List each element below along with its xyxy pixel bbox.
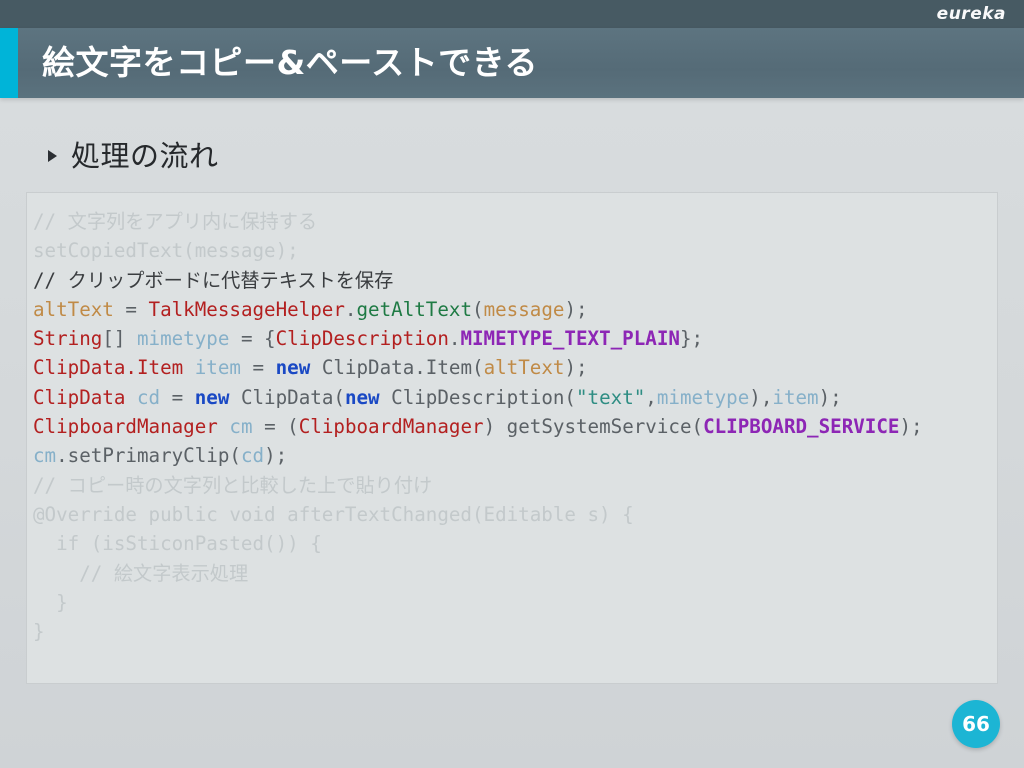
code-token: // 絵文字表示処理 [33, 561, 249, 585]
code-token: if (isSticonPasted()) { [33, 532, 322, 556]
code-token: ); [899, 415, 923, 439]
code-token: ) getSystemService( [483, 415, 704, 439]
code-token: message [483, 297, 565, 321]
code-token: ClipData [33, 385, 126, 409]
code-token: String [33, 327, 103, 351]
code-token: ClipData.Item [33, 356, 184, 380]
code-line: } [33, 617, 997, 646]
code-token: ClipData.Item( [310, 356, 484, 380]
code-token: ClipDescription( [379, 385, 576, 409]
code-token: getAltText [356, 297, 473, 321]
code-token: altText [33, 297, 114, 321]
code-line: } [33, 588, 997, 617]
section-heading-label: 処理の流れ [71, 139, 219, 173]
code-line: // コピー時の文字列と比較した上で貼り付け [33, 471, 997, 500]
code-line: ClipboardManager cm = (ClipboardManager)… [33, 412, 997, 441]
section-heading: 処理の流れ [48, 133, 219, 175]
slide-title-band: 絵文字をコピー&ペーストできる [0, 28, 1024, 98]
code-token: ); [564, 297, 588, 321]
code-token: } [33, 590, 68, 614]
code-line: if (isSticonPasted()) { [33, 529, 997, 558]
code-line: // 文字列をアプリ内に保持する [33, 207, 997, 236]
code-token: // 文字列をアプリ内に保持する [33, 210, 318, 233]
code-token: CLIPBOARD_SERVICE [703, 415, 900, 439]
code-line: altText = TalkMessageHelper.getAltText(m… [33, 295, 997, 324]
code-token: ClipData( [229, 385, 345, 409]
code-token: . [344, 297, 357, 321]
code-token: new [194, 385, 230, 409]
code-line: cm.setPrimaryClip(cd); [33, 441, 997, 470]
code-token: ); [264, 444, 288, 468]
code-token: = [113, 297, 149, 321]
code-token: [] [102, 327, 137, 351]
code-token: new [275, 356, 311, 380]
code-token: item [772, 385, 819, 409]
code-line: ClipData cd = new ClipData(new ClipDescr… [33, 383, 997, 412]
code-token: cm [229, 415, 253, 439]
code-token: = [240, 356, 276, 380]
code-token: ); [564, 356, 588, 380]
code-token: cd [240, 444, 265, 468]
code-token: setCopiedText(message); [33, 239, 299, 263]
code-line: String[] mimetype = {ClipDescription.MIM… [33, 324, 997, 353]
code-token: = [160, 385, 195, 409]
code-line: // クリップボードに代替テキストを保存 [33, 266, 997, 295]
code-token: ), [749, 385, 773, 409]
code-token: @Override public void afterTextChanged(E… [33, 502, 634, 526]
code-token: mimetype [656, 385, 750, 409]
code-panel: // 文字列をアプリ内に保持する setCopiedText(message); /… [26, 192, 998, 684]
code-token: ); [818, 385, 842, 409]
code-token: }; [679, 327, 704, 351]
code-token: , [645, 385, 657, 409]
code-token: // クリップボードに代替テキストを保存 [33, 268, 394, 292]
code-token: } [33, 620, 45, 644]
code-lines: // 文字列をアプリ内に保持する setCopiedText(message); /… [27, 207, 997, 646]
code-token: "text" [575, 385, 646, 409]
code-token: // コピー時の文字列と比較した上で貼り付け [33, 473, 433, 497]
triangle-right-icon [48, 150, 57, 162]
code-token: TalkMessageHelper [148, 297, 345, 321]
code-line: setCopiedText(message); [33, 236, 997, 265]
slide: eureka 絵文字をコピー&ペーストできる 処理の流れ // 文字列をアプリ内… [0, 0, 1024, 768]
code-token: .setPrimaryClip( [56, 444, 241, 468]
page-title: 絵文字をコピー&ペーストできる [42, 43, 538, 82]
code-token: item [194, 356, 241, 380]
code-line: ClipData.Item item = new ClipData.Item(a… [33, 353, 997, 382]
code-token: MIMETYPE_TEXT_PLAIN [460, 327, 680, 351]
eureka-logo: eureka [936, 4, 1006, 24]
title-accent-bar [0, 28, 18, 98]
code-token: ClipDescription [275, 327, 449, 351]
code-token: ( [472, 297, 484, 321]
code-token: mimetype [136, 327, 230, 351]
code-line: @Override public void afterTextChanged(E… [33, 500, 997, 529]
code-token: cd [136, 385, 161, 409]
code-token: ClipboardManager [298, 415, 484, 439]
code-token: = ( [252, 415, 299, 439]
code-token: ClipboardManager [33, 415, 218, 439]
code-token: = { [229, 327, 276, 351]
code-token: cm [33, 444, 57, 468]
top-bar: eureka [0, 0, 1024, 28]
code-token: new [344, 385, 380, 409]
code-token: . [448, 327, 461, 351]
code-line: // 絵文字表示処理 [33, 559, 997, 588]
page-number-badge: 66 [952, 700, 1000, 748]
code-token: altText [483, 356, 565, 380]
